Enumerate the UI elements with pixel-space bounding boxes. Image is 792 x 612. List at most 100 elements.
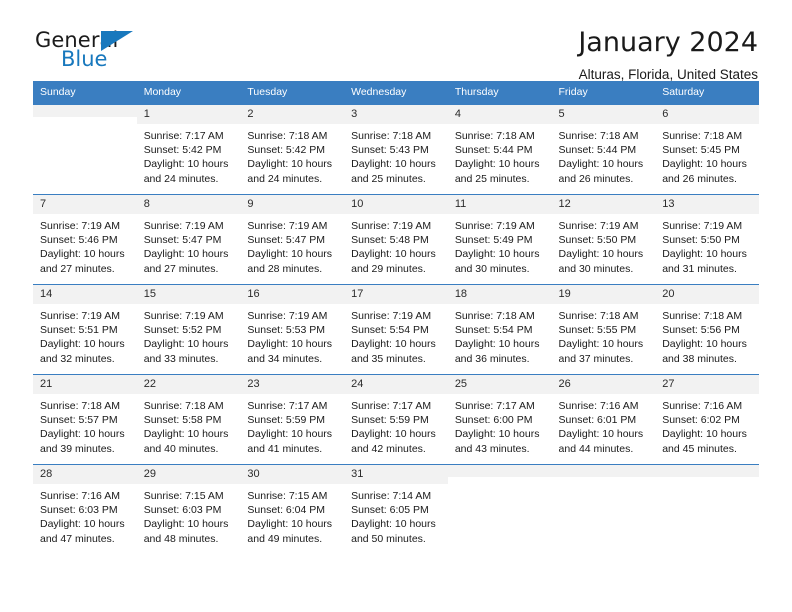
daylight-text: Daylight: 10 hours and 30 minutes.: [558, 248, 644, 275]
day-cell[interactable]: 26 Sunrise: 7:16 AM Sunset: 6:01 PM Dayligh…: [551, 374, 656, 465]
daylight-text: Daylight: 10 hours and 36 minutes.: [454, 338, 540, 365]
location-subtitle: Alturas, Florida, United States: [578, 67, 758, 82]
sunset-text: Sunset: 5:47 PM: [143, 234, 222, 247]
day-details: Sunrise: 7:16 AM Sunset: 6:02 PM Daylight:…: [655, 394, 759, 456]
day-number: 26: [551, 375, 656, 394]
day-details: Sunrise: 7:19 AM Sunset: 5:48 PM Daylight:…: [344, 214, 448, 276]
day-details: Sunrise: 7:19 AM Sunset: 5:50 PM Daylight:…: [655, 214, 759, 276]
day-cell-empty: [33, 104, 137, 195]
day-details: Sunrise: 7:18 AM Sunset: 5:58 PM Daylight:…: [137, 394, 241, 456]
day-cell[interactable]: 15 Sunrise: 7:19 AM Sunset: 5:52 PM Dayligh…: [136, 284, 241, 375]
weekday-header-sunday: Sunday: [33, 81, 137, 105]
title-block: January 2024 Alturas, Florida, United St…: [578, 28, 759, 84]
day-details: Sunrise: 7:17 AM Sunset: 5:59 PM Daylight:…: [240, 394, 344, 456]
day-cell[interactable]: 28 Sunrise: 7:16 AM Sunset: 6:03 PM Dayligh…: [33, 464, 137, 555]
week-row: 21 Sunrise: 7:18 AM Sunset: 5:57 PM Dayligh…: [33, 374, 759, 465]
daylight-text: Daylight: 10 hours and 29 minutes.: [351, 248, 436, 275]
sunrise-text: Sunrise: 7:15 AM: [143, 490, 224, 502]
day-details: Sunrise: 7:16 AM Sunset: 6:03 PM Daylight:…: [33, 484, 137, 546]
daylight-text: Daylight: 10 hours and 34 minutes.: [247, 338, 333, 365]
day-number: 3: [344, 105, 448, 124]
day-details: Sunrise: 7:18 AM Sunset: 5:43 PM Daylight:…: [344, 124, 448, 186]
day-cell[interactable]: 8 Sunrise: 7:19 AM Sunset: 5:47 PM Daylight…: [136, 194, 241, 285]
day-cell[interactable]: 1 Sunrise: 7:17 AM Sunset: 5:42 PM Daylight…: [136, 104, 241, 195]
day-cell[interactable]: 19 Sunrise: 7:18 AM Sunset: 5:55 PM Dayligh…: [551, 284, 656, 375]
day-cell[interactable]: 25 Sunrise: 7:17 AM Sunset: 6:00 PM Dayligh…: [447, 374, 552, 465]
day-details: Sunrise: 7:18 AM Sunset: 5:42 PM Daylight:…: [240, 124, 344, 186]
sunrise-text: Sunrise: 7:18 AM: [247, 130, 328, 142]
day-number: 29: [136, 465, 241, 484]
daylight-text: Daylight: 10 hours and 26 minutes.: [662, 158, 747, 185]
day-cell[interactable]: 29 Sunrise: 7:15 AM Sunset: 6:03 PM Dayligh…: [136, 464, 241, 555]
day-cell[interactable]: 12 Sunrise: 7:19 AM Sunset: 5:50 PM Dayligh…: [551, 194, 656, 285]
daylight-text: Daylight: 10 hours and 45 minutes.: [662, 428, 747, 455]
sunset-text: Sunset: 5:44 PM: [558, 144, 637, 157]
daylight-text: Daylight: 10 hours and 27 minutes.: [143, 248, 229, 275]
sunset-text: Sunset: 5:43 PM: [351, 144, 429, 157]
day-details: Sunrise: 7:18 AM Sunset: 5:44 PM Daylight:…: [448, 124, 552, 186]
sunrise-text: Sunrise: 7:19 AM: [143, 220, 224, 232]
day-cell[interactable]: 30 Sunrise: 7:15 AM Sunset: 6:04 PM Dayligh…: [240, 464, 345, 555]
day-cell[interactable]: 6 Sunrise: 7:18 AM Sunset: 5:45 PM Daylight…: [655, 104, 759, 195]
sunrise-text: Sunrise: 7:16 AM: [662, 400, 743, 412]
sunset-text: Sunset: 6:00 PM: [454, 414, 533, 427]
sunset-text: Sunset: 5:51 PM: [40, 324, 118, 337]
day-cell[interactable]: 27 Sunrise: 7:16 AM Sunset: 6:02 PM Dayligh…: [655, 374, 759, 465]
daylight-text: Daylight: 10 hours and 50 minutes.: [351, 518, 436, 545]
day-cell[interactable]: 22 Sunrise: 7:18 AM Sunset: 5:58 PM Dayligh…: [136, 374, 241, 465]
sunrise-text: Sunrise: 7:16 AM: [40, 490, 120, 502]
day-cell[interactable]: 23 Sunrise: 7:17 AM Sunset: 5:59 PM Dayligh…: [240, 374, 345, 465]
week-row: 14 Sunrise: 7:19 AM Sunset: 5:51 PM Dayligh…: [33, 284, 759, 375]
day-cell[interactable]: 5 Sunrise: 7:18 AM Sunset: 5:44 PM Daylight…: [551, 104, 656, 195]
day-cell[interactable]: 2 Sunrise: 7:18 AM Sunset: 5:42 PM Daylight…: [240, 104, 345, 195]
day-cell[interactable]: 9 Sunrise: 7:19 AM Sunset: 5:47 PM Daylight…: [240, 194, 345, 285]
calendar-page: General Blue January 2024 Alturas, Flori…: [0, 0, 792, 612]
day-cell[interactable]: 18 Sunrise: 7:18 AM Sunset: 5:54 PM Dayligh…: [447, 284, 552, 375]
day-details: Sunrise: 7:18 AM Sunset: 5:44 PM Daylight:…: [552, 124, 656, 186]
day-details: Sunrise: 7:17 AM Sunset: 5:59 PM Daylight:…: [344, 394, 448, 456]
sunset-text: Sunset: 5:46 PM: [40, 234, 118, 247]
day-details: Sunrise: 7:19 AM Sunset: 5:47 PM Daylight:…: [137, 214, 241, 276]
daylight-text: Daylight: 10 hours and 37 minutes.: [558, 338, 644, 365]
day-cell[interactable]: 7 Sunrise: 7:19 AM Sunset: 5:46 PM Daylight…: [33, 194, 137, 285]
day-cell[interactable]: 4 Sunrise: 7:18 AM Sunset: 5:44 PM Daylight…: [447, 104, 552, 195]
day-number: 8: [136, 195, 241, 214]
sunset-text: Sunset: 5:44 PM: [454, 144, 533, 157]
day-number: 16: [240, 285, 345, 304]
day-number: 10: [344, 195, 448, 214]
daylight-text: Daylight: 10 hours and 32 minutes.: [40, 338, 125, 365]
day-cell[interactable]: 24 Sunrise: 7:17 AM Sunset: 5:59 PM Dayligh…: [344, 374, 448, 465]
week-row: 1 Sunrise: 7:17 AM Sunset: 5:42 PM Daylight…: [33, 104, 759, 195]
daylight-text: Daylight: 10 hours and 24 minutes.: [143, 158, 229, 185]
day-cell[interactable]: 13 Sunrise: 7:19 AM Sunset: 5:50 PM Dayligh…: [655, 194, 759, 285]
daylight-text: Daylight: 10 hours and 30 minutes.: [454, 248, 540, 275]
sunset-text: Sunset: 5:53 PM: [247, 324, 326, 337]
day-number: 19: [551, 285, 656, 304]
day-number: 18: [447, 285, 552, 304]
sunrise-text: Sunrise: 7:18 AM: [351, 130, 432, 142]
day-cell[interactable]: 11 Sunrise: 7:19 AM Sunset: 5:49 PM Dayligh…: [447, 194, 552, 285]
day-details: Sunrise: 7:19 AM Sunset: 5:47 PM Daylight:…: [240, 214, 344, 276]
sunrise-text: Sunrise: 7:19 AM: [40, 220, 120, 232]
sunset-text: Sunset: 5:50 PM: [558, 234, 637, 247]
weekday-header-thursday: Thursday: [447, 81, 552, 105]
sunset-text: Sunset: 5:57 PM: [40, 414, 118, 427]
day-number: 9: [240, 195, 345, 214]
day-cell[interactable]: 20 Sunrise: 7:18 AM Sunset: 5:56 PM Dayligh…: [655, 284, 759, 375]
page-header: General Blue January 2024 Alturas, Flori…: [33, 0, 759, 83]
weekday-header-wednesday: Wednesday: [344, 81, 448, 105]
day-number: 17: [344, 285, 448, 304]
daylight-text: Daylight: 10 hours and 41 minutes.: [247, 428, 333, 455]
day-cell[interactable]: 17 Sunrise: 7:19 AM Sunset: 5:54 PM Dayligh…: [344, 284, 448, 375]
day-cell[interactable]: 10 Sunrise: 7:19 AM Sunset: 5:48 PM Dayligh…: [344, 194, 448, 285]
general-blue-logo[interactable]: General Blue: [33, 28, 153, 74]
day-number: 14: [33, 285, 137, 304]
day-cell[interactable]: 21 Sunrise: 7:18 AM Sunset: 5:57 PM Dayligh…: [33, 374, 137, 465]
sunrise-text: Sunrise: 7:19 AM: [143, 310, 224, 322]
day-cell[interactable]: 14 Sunrise: 7:19 AM Sunset: 5:51 PM Dayligh…: [33, 284, 137, 375]
day-details: Sunrise: 7:18 AM Sunset: 5:45 PM Daylight:…: [655, 124, 759, 186]
sunset-text: Sunset: 6:05 PM: [351, 504, 429, 517]
day-cell[interactable]: 31 Sunrise: 7:14 AM Sunset: 6:05 PM Dayligh…: [344, 464, 448, 555]
day-cell[interactable]: 3 Sunrise: 7:18 AM Sunset: 5:43 PM Daylight…: [344, 104, 448, 195]
day-cell[interactable]: 16 Sunrise: 7:19 AM Sunset: 5:53 PM Dayligh…: [240, 284, 345, 375]
